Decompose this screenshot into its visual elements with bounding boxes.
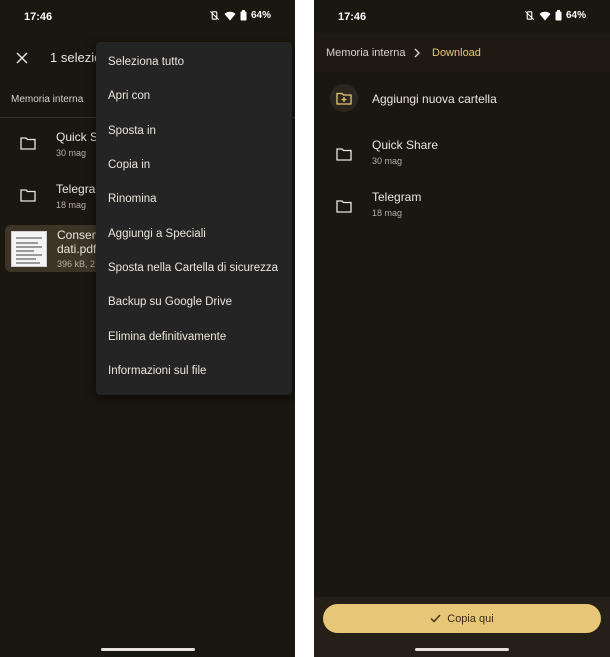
breadcrumb-memoria-interna[interactable]: Memoria interna [326, 47, 405, 59]
new-folder-icon-wrap [330, 84, 358, 112]
battery-icon [240, 10, 247, 21]
folder-name: Quick Share [372, 138, 439, 152]
menu-item-seleziona-tutto[interactable]: Seleziona tutto [96, 45, 292, 79]
status-bar: 17:46 64% [314, 0, 610, 34]
folder-name: Telegram [372, 190, 422, 204]
copy-here-button[interactable]: Copia qui [323, 604, 601, 633]
breadcrumb-download[interactable]: Download [432, 47, 481, 59]
folder-icon [336, 148, 352, 161]
battery-icon [555, 10, 562, 21]
status-time: 17:46 [338, 11, 367, 23]
status-icons: 64% [209, 10, 271, 21]
menu-item-aggiungi-speciali[interactable]: Aggiungi a Speciali [96, 216, 292, 250]
menu-item-informazioni-file[interactable]: Informazioni sul file [96, 354, 292, 388]
folder-icon [20, 189, 36, 202]
close-icon [16, 52, 28, 64]
breadcrumb: Memoria interna Download [314, 34, 610, 72]
home-indicator[interactable] [100, 648, 195, 651]
right-screen: 17:46 64% Memoria interna Download Aggiu… [314, 0, 610, 657]
home-indicator[interactable] [415, 648, 509, 651]
bottom-action-panel: Copia qui [314, 597, 610, 657]
chevron-right-icon [414, 48, 420, 58]
folder-row-quick-share[interactable]: Quick Share 30 mag [314, 135, 610, 179]
status-bar: 17:46 64% [0, 0, 295, 34]
new-folder-label: Aggiungi nuova cartella [372, 92, 497, 106]
menu-item-apri-con[interactable]: Apri con [96, 79, 292, 113]
vibrate-off-icon [524, 10, 534, 21]
overflow-menu: Seleziona tutto Apri con Sposta in Copia… [96, 42, 292, 395]
menu-item-cartella-sicurezza[interactable]: Sposta nella Cartella di sicurezza [96, 251, 292, 285]
battery-level: 64% [250, 10, 271, 21]
folder-icon [336, 200, 352, 213]
status-icons: 64% [524, 10, 586, 21]
folder-row-telegram[interactable]: Telegram 18 mag [314, 187, 610, 231]
folder-date: 18 mag [56, 200, 87, 210]
folder-icon [20, 137, 36, 150]
copy-here-label: Copia qui [447, 612, 494, 625]
create-folder-icon [336, 92, 352, 105]
add-new-folder-button[interactable]: Aggiungi nuova cartella [314, 80, 610, 120]
folder-date: 30 mag [56, 148, 87, 158]
wifi-icon [224, 11, 236, 20]
menu-item-backup-google-drive[interactable]: Backup su Google Drive [96, 285, 292, 319]
file-meta: 396 kB, 2 [57, 259, 96, 269]
menu-item-elimina-definitivamente[interactable]: Elimina definitivamente [96, 319, 292, 353]
vibrate-off-icon [209, 10, 219, 21]
close-selection-button[interactable] [10, 46, 34, 70]
battery-level: 64% [565, 10, 586, 21]
folder-date: 30 mag [372, 156, 403, 166]
folder-date: 18 mag [372, 208, 403, 218]
status-time: 17:46 [24, 11, 53, 23]
menu-item-rinomina[interactable]: Rinomina [96, 182, 292, 216]
file-name-continued: dati.pdf [57, 242, 97, 256]
check-icon [430, 614, 441, 623]
menu-item-sposta-in[interactable]: Sposta in [96, 114, 292, 148]
wifi-icon [539, 11, 551, 20]
breadcrumb-memoria-interna[interactable]: Memoria interna [11, 94, 83, 105]
left-screen: 17:46 64% 1 selezionato Memoria interna … [0, 0, 295, 657]
menu-item-copia-in[interactable]: Copia in [96, 148, 292, 182]
pdf-thumbnail [11, 231, 47, 267]
